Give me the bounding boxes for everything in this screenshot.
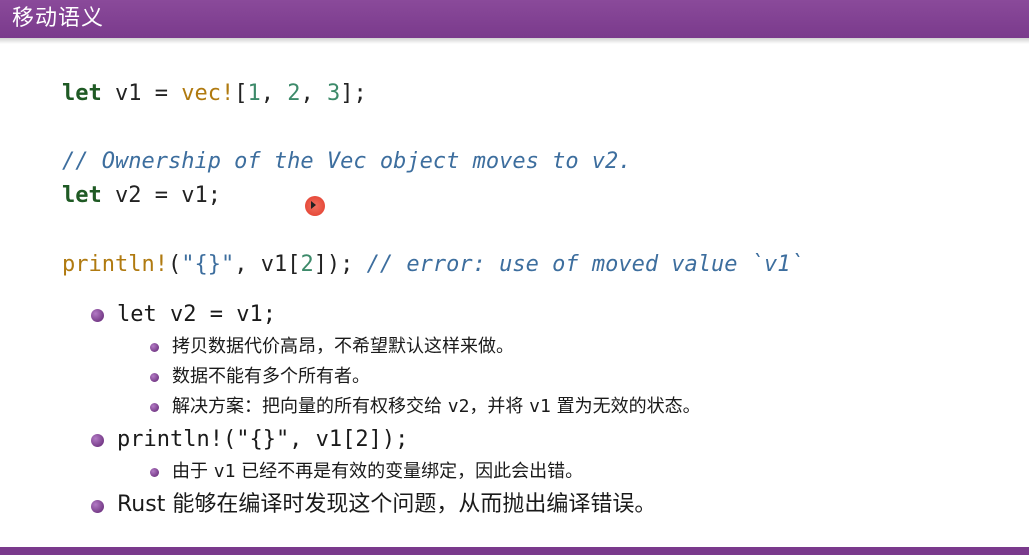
string-literal: "{}" xyxy=(181,252,235,277)
code-punct: ]); xyxy=(313,252,367,277)
code-punct: ( xyxy=(167,252,182,277)
bullet-2-sub-1: 由于 v1 已经不再是有效的变量绑定，因此会出错。 xyxy=(172,459,583,485)
sub-bullet-dot-icon xyxy=(150,343,159,352)
number-literal: 1 xyxy=(247,81,261,106)
code-line-2: // Ownership of the Vec object moves to … xyxy=(62,148,632,176)
bullet-1-sub-3: 解决方案：把向量的所有权移交给 v2，并将 v1 置为无效的状态。 xyxy=(172,394,701,420)
slide-header: 移动语义 xyxy=(0,0,1029,44)
sub-text: 置为无效的状态。 xyxy=(550,396,701,417)
bullet-1-sub-1: 拷贝数据代价高昂，不希望默认这样来做。 xyxy=(172,336,514,357)
sub-bullet-dot-icon xyxy=(150,403,159,412)
bullet-dot-icon xyxy=(91,309,104,322)
sub-text: ，并将 xyxy=(469,396,530,417)
bullet-dot-icon xyxy=(91,434,104,447)
inline-code: v1 xyxy=(213,461,236,482)
keyword-let: let xyxy=(62,183,102,208)
macro-println: println! xyxy=(62,252,168,277)
sub-text: 已经不再是有效的变量绑定，因此会出错。 xyxy=(235,461,584,482)
code-comment: // error: use of moved value `v1` xyxy=(366,252,804,277)
sub-bullet-dot-icon xyxy=(150,468,159,477)
code-comment: // Ownership of the Vec object moves to … xyxy=(62,149,632,174)
bullet-1-sub-2: 数据不能有多个所有者。 xyxy=(172,366,370,387)
code-text: v1 = xyxy=(101,81,182,106)
number-literal: 3 xyxy=(326,81,341,106)
sub-text: 解决方案：把向量的所有权移交给 xyxy=(172,396,448,417)
pointer-cursor-icon xyxy=(305,196,325,216)
code-line-3: let v2 = v1; xyxy=(62,182,221,210)
inline-code: v2 xyxy=(447,396,470,417)
code-punct: , xyxy=(300,81,327,106)
header-shadow xyxy=(0,38,1029,44)
code-line-1: let v1 = vec![1, 2, 3]; xyxy=(62,80,367,108)
number-literal: 2 xyxy=(300,252,314,277)
macro-vec: vec! xyxy=(181,81,235,106)
code-punct: , xyxy=(260,81,288,106)
code-punct: [ xyxy=(234,81,248,106)
slide-footer-bar xyxy=(0,547,1029,555)
code-line-4: println!("{}", v1[2]); // error: use of … xyxy=(62,251,804,279)
sub-text: 由于 xyxy=(172,461,214,482)
bullet-dot-icon xyxy=(91,500,104,513)
number-literal: 2 xyxy=(287,81,301,106)
bullet-3-text: Rust 能够在编译时发现这个问题，从而抛出编译错误。 xyxy=(117,492,657,517)
bullet-2-code: println!("{}", v1[2]); xyxy=(117,427,409,452)
bullet-1-code: let v2 = v1; xyxy=(117,302,276,327)
sub-bullet-dot-icon xyxy=(150,373,159,382)
code-punct: ]; xyxy=(340,81,367,106)
keyword-let: let xyxy=(62,81,102,106)
code-text: , v1[ xyxy=(234,252,301,277)
inline-code: v1 xyxy=(529,396,551,417)
code-text: v2 = v1; xyxy=(101,183,221,208)
slide-title: 移动语义 xyxy=(12,6,105,31)
